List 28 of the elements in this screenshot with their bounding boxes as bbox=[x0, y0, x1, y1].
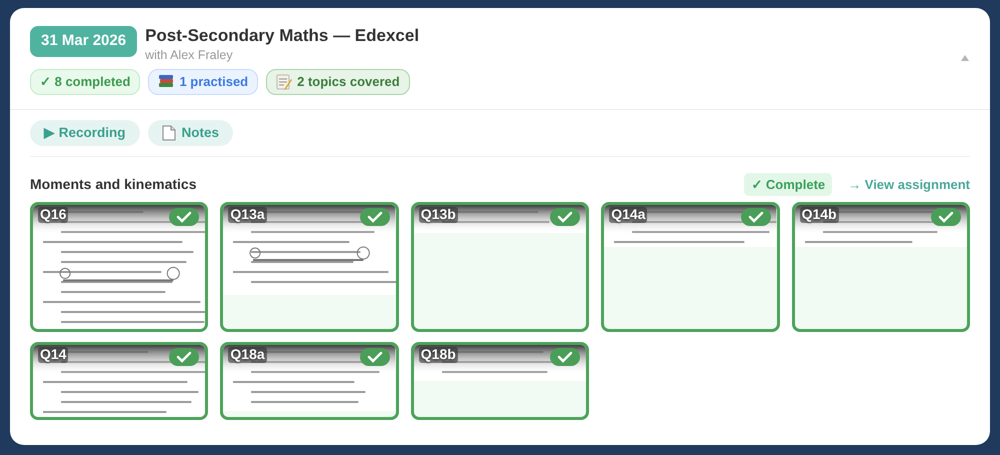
question-label: Q13b bbox=[418, 207, 458, 223]
question-card[interactable]: Q18a bbox=[220, 342, 399, 420]
status-badge: ✓ Complete bbox=[744, 172, 832, 196]
document-icon bbox=[162, 124, 176, 141]
books-icon bbox=[158, 74, 174, 90]
question-label: Q14b bbox=[800, 207, 839, 223]
question-card[interactable]: Q14b bbox=[792, 202, 970, 332]
session-title: Post-Secondary Maths — Edexcel bbox=[145, 26, 420, 46]
question-card[interactable]: Q16 bbox=[30, 202, 208, 332]
question-label: Q14 bbox=[38, 347, 68, 363]
question-label: Q18a bbox=[228, 347, 267, 363]
stat-label: 2 topics covered bbox=[297, 73, 400, 92]
question-card[interactable]: Q13a bbox=[220, 202, 399, 332]
date-badge: 31 Mar 2026 bbox=[30, 26, 138, 56]
question-label: Q13a bbox=[228, 207, 267, 223]
question-label: Q14a bbox=[609, 207, 648, 223]
memo-icon bbox=[276, 74, 292, 90]
collapse-caret-icon[interactable] bbox=[960, 54, 970, 62]
question-card[interactable]: Q14 bbox=[30, 342, 208, 420]
stat-chip: ✓ 8 completed bbox=[30, 69, 140, 95]
topic-title: Moments and kinematics bbox=[30, 175, 196, 194]
question-card[interactable]: Q18b bbox=[410, 342, 590, 420]
tutor-name: with Alex Fraley bbox=[145, 47, 234, 64]
question-card[interactable]: Q13b bbox=[410, 202, 590, 332]
stat-label: 1 practised bbox=[179, 73, 248, 92]
question-label: Q16 bbox=[38, 207, 68, 223]
question-card[interactable]: Q14a bbox=[601, 202, 780, 332]
question-label: Q18b bbox=[418, 347, 458, 363]
